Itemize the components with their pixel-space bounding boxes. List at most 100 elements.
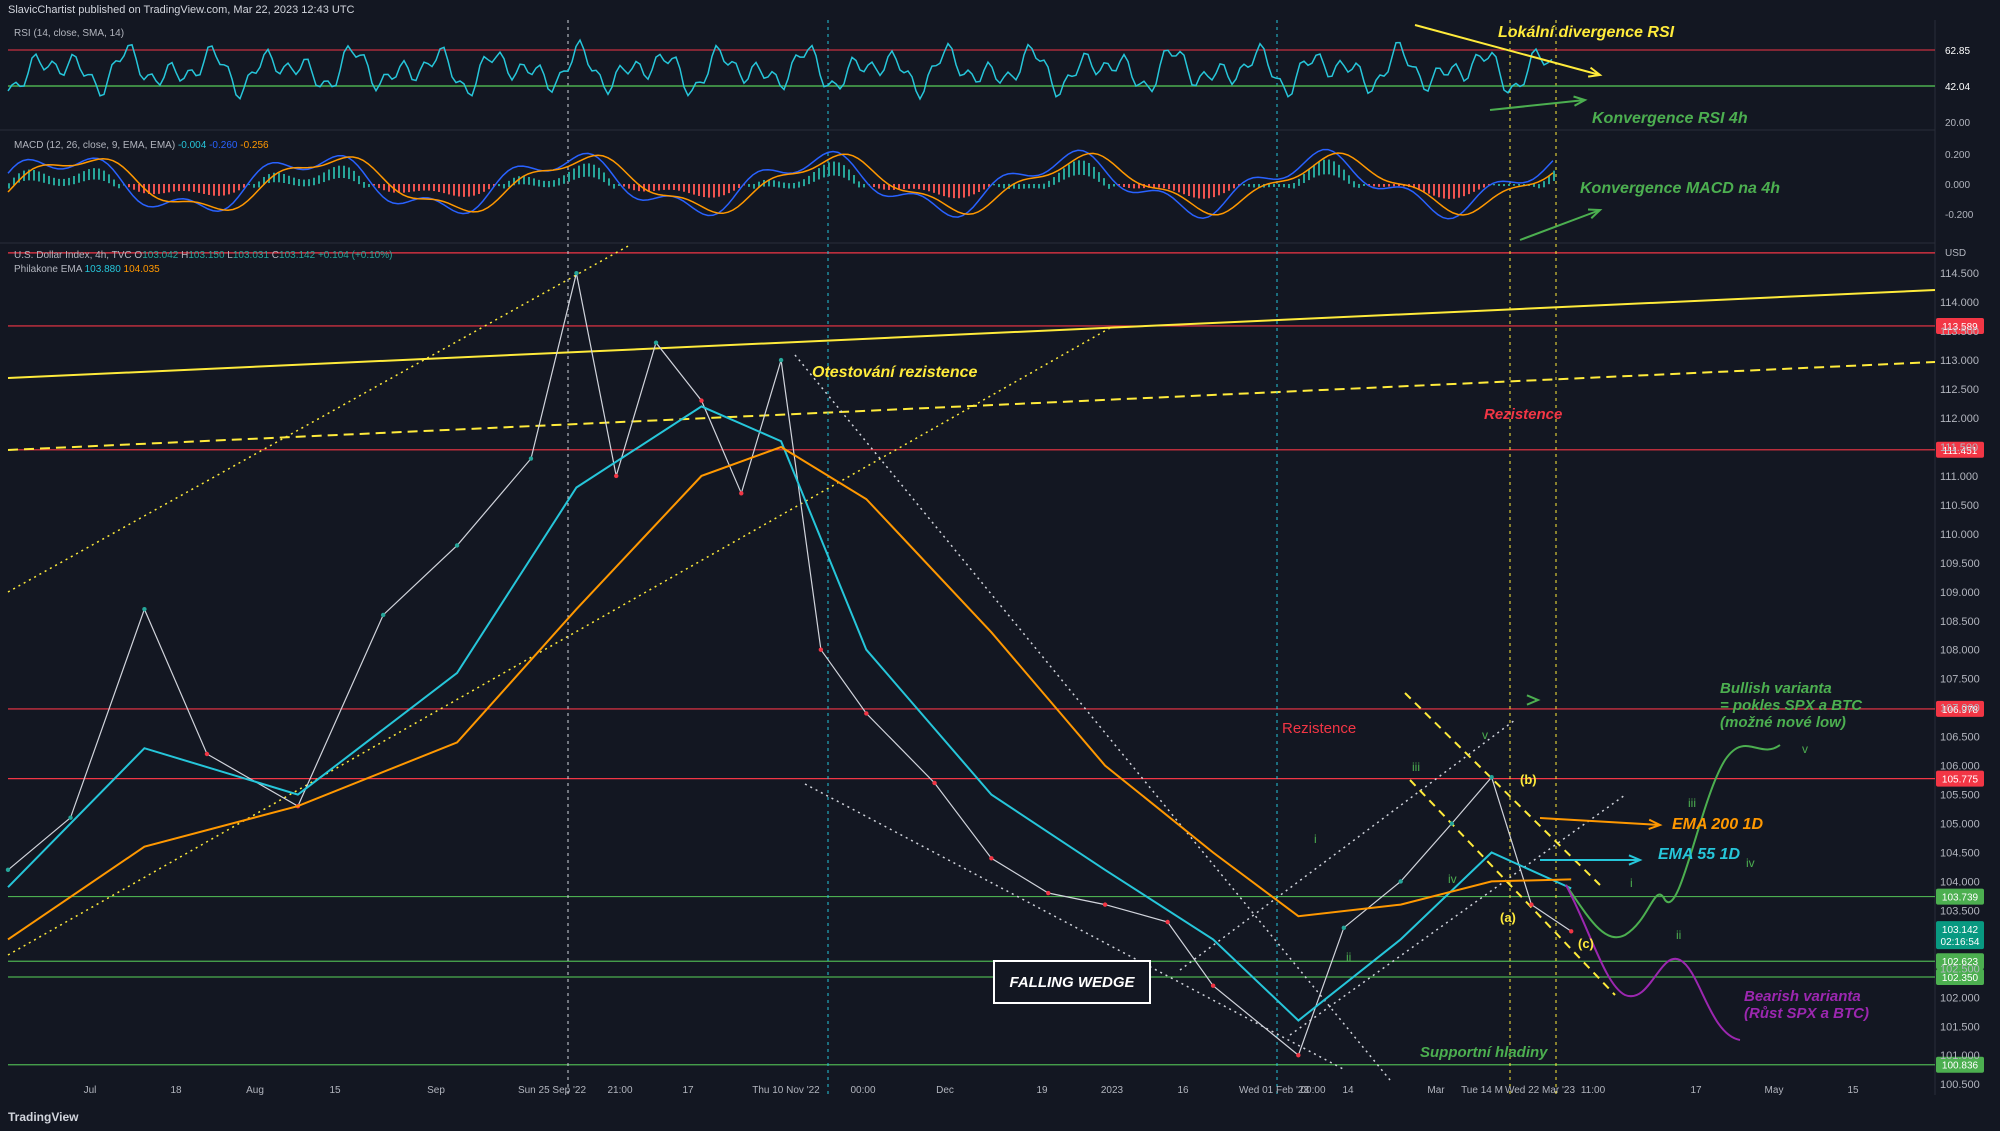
price-point xyxy=(1449,821,1455,826)
macd-histogram-bar xyxy=(53,177,55,186)
macd-histogram-bar xyxy=(1208,184,1210,199)
price-tick-label: 108.000 xyxy=(1940,645,1980,657)
macd-histogram-bar xyxy=(1173,184,1175,191)
macd-histogram-bar xyxy=(628,184,630,189)
time-tick-label: 16 xyxy=(1177,1085,1189,1096)
wave-c-label: (c) xyxy=(1578,936,1594,951)
macd-histogram-bar xyxy=(963,184,965,198)
macd-histogram-bar xyxy=(603,172,605,183)
time-tick-label: 14 xyxy=(1342,1085,1354,1096)
macd-histogram-bar xyxy=(943,184,945,197)
macd-histogram-bar xyxy=(1088,162,1090,177)
annotation-konvergence-rsi: Konvergence RSI 4h xyxy=(1592,110,1748,127)
macd-histogram-bar xyxy=(1183,184,1185,195)
macd-histogram-bar xyxy=(183,184,185,191)
price-point xyxy=(1296,1053,1301,1058)
macd-histogram-bar xyxy=(623,184,625,187)
macd-histogram-bar xyxy=(1018,183,1020,189)
macd-histogram-bar xyxy=(328,169,330,181)
annotation-lokalni-divergence: Lokální divergence RSI xyxy=(1498,24,1675,41)
macd-label-text: MACD (12, 26, close, 9, EMA, EMA) xyxy=(14,140,176,151)
wave-iv-label: iv xyxy=(1448,872,1457,886)
macd-histogram-bar xyxy=(228,184,230,195)
price-tick-label: 101.500 xyxy=(1940,1021,1980,1033)
macd-histogram-bar xyxy=(1188,184,1190,196)
price-axis: 114.500 114.000 113.500 113.000 112.500 112.0… xyxy=(1936,268,1984,1091)
macd-histogram-bar xyxy=(453,184,455,196)
macd-histogram-bar xyxy=(1338,164,1340,178)
price-point xyxy=(864,711,869,716)
macd-histogram-bar xyxy=(488,184,490,190)
macd-histogram-bar xyxy=(598,167,600,180)
macd-histogram-bar xyxy=(168,184,170,193)
macd-histogram-bar xyxy=(793,182,795,189)
time-tick-label: 17 xyxy=(682,1085,694,1096)
time-tick-label: Aug xyxy=(246,1085,264,1096)
time-tick-label: 19 xyxy=(1036,1085,1048,1096)
price-tick-label: 105.000 xyxy=(1940,819,1980,831)
macd-histogram-bar xyxy=(1123,184,1125,188)
macd-histogram-bar xyxy=(1133,184,1135,189)
macd-histogram-bar xyxy=(1253,184,1255,188)
macd-histogram-bar xyxy=(138,184,140,192)
tradingview-logo[interactable]: TradingView xyxy=(8,1110,78,1124)
bullish-projection-path xyxy=(1565,744,1781,938)
macd-histogram-bar xyxy=(1508,184,1510,186)
ema-legend-label: Philakone EMA xyxy=(14,264,82,275)
macd-histogram-bar xyxy=(338,165,340,179)
macd-histogram-bar xyxy=(213,184,215,196)
macd-histogram-bar xyxy=(428,184,430,191)
macd-histogram-bar xyxy=(1298,178,1300,186)
wave-b-label: (b) xyxy=(1520,772,1537,787)
macd-histogram-bar xyxy=(673,184,675,190)
wave-a-label: (a) xyxy=(1500,910,1516,925)
price-tick-label: 113.500 xyxy=(1940,326,1979,338)
macd-histogram-bar xyxy=(928,184,930,192)
macd-histogram-bar xyxy=(1358,184,1360,188)
macd-histogram-bar xyxy=(923,184,925,191)
macd-histogram-bar xyxy=(1503,184,1505,187)
macd-histogram-bar xyxy=(363,181,365,188)
macd-histogram-bar xyxy=(58,178,60,186)
macd-histogram-bar xyxy=(553,180,555,187)
macd-histogram-bar xyxy=(1283,184,1285,188)
macd-histogram-bar xyxy=(608,178,610,186)
macd-histogram-bar xyxy=(218,184,220,196)
wave-i-label: i xyxy=(1314,832,1317,846)
ema-fast-value: 103.880 xyxy=(84,264,121,275)
macd-histogram-bar xyxy=(683,184,685,192)
macd-histogram-bar xyxy=(458,184,460,197)
macd-histogram-bar xyxy=(343,165,345,179)
projection-wave-ii-label: ii xyxy=(1676,928,1682,942)
macd-label: MACD (12, 26, close, 9, EMA, EMA) -0.004… xyxy=(14,140,269,151)
macd-histogram-bar xyxy=(468,184,470,197)
macd-histogram-bar xyxy=(303,179,305,187)
price-point xyxy=(739,491,744,496)
macd-histogram-bar xyxy=(1053,177,1055,185)
resistance-level-value: 105.775 xyxy=(1942,775,1979,786)
macd-histogram-bar xyxy=(503,184,505,189)
time-tick-label: 17 xyxy=(1690,1085,1702,1096)
rsi-label: RSI (14, close, SMA, 14) xyxy=(14,28,124,39)
price-point xyxy=(5,867,11,873)
macd-histogram-bar xyxy=(838,162,840,177)
rising-channel-lower xyxy=(1289,794,1626,1036)
bullish-line-1: Bullish varianta xyxy=(1720,680,1832,697)
price-point xyxy=(68,815,73,820)
macd-histogram-bar xyxy=(1478,184,1480,190)
time-tick-label: 00:00 xyxy=(1300,1085,1325,1096)
macd-histogram-bar xyxy=(83,171,85,182)
macd-histogram-bar xyxy=(413,184,415,192)
channel-lower-dotted xyxy=(7,327,1111,956)
macd-histogram-bar xyxy=(983,184,985,190)
macd-histogram-bar xyxy=(948,184,950,198)
price-point xyxy=(778,357,784,363)
macd-histogram-bar xyxy=(1198,184,1200,199)
price-tick-label: 102.000 xyxy=(1940,992,1980,1004)
time-tick-label: Sun 25 Sep '22 xyxy=(518,1085,587,1096)
macd-histogram-bar xyxy=(498,184,500,187)
macd-histogram-bar xyxy=(1213,184,1215,198)
macd-histogram-bar xyxy=(1423,184,1425,192)
macd-histogram-bar xyxy=(238,184,240,191)
macd-histogram-bar xyxy=(1433,184,1435,196)
